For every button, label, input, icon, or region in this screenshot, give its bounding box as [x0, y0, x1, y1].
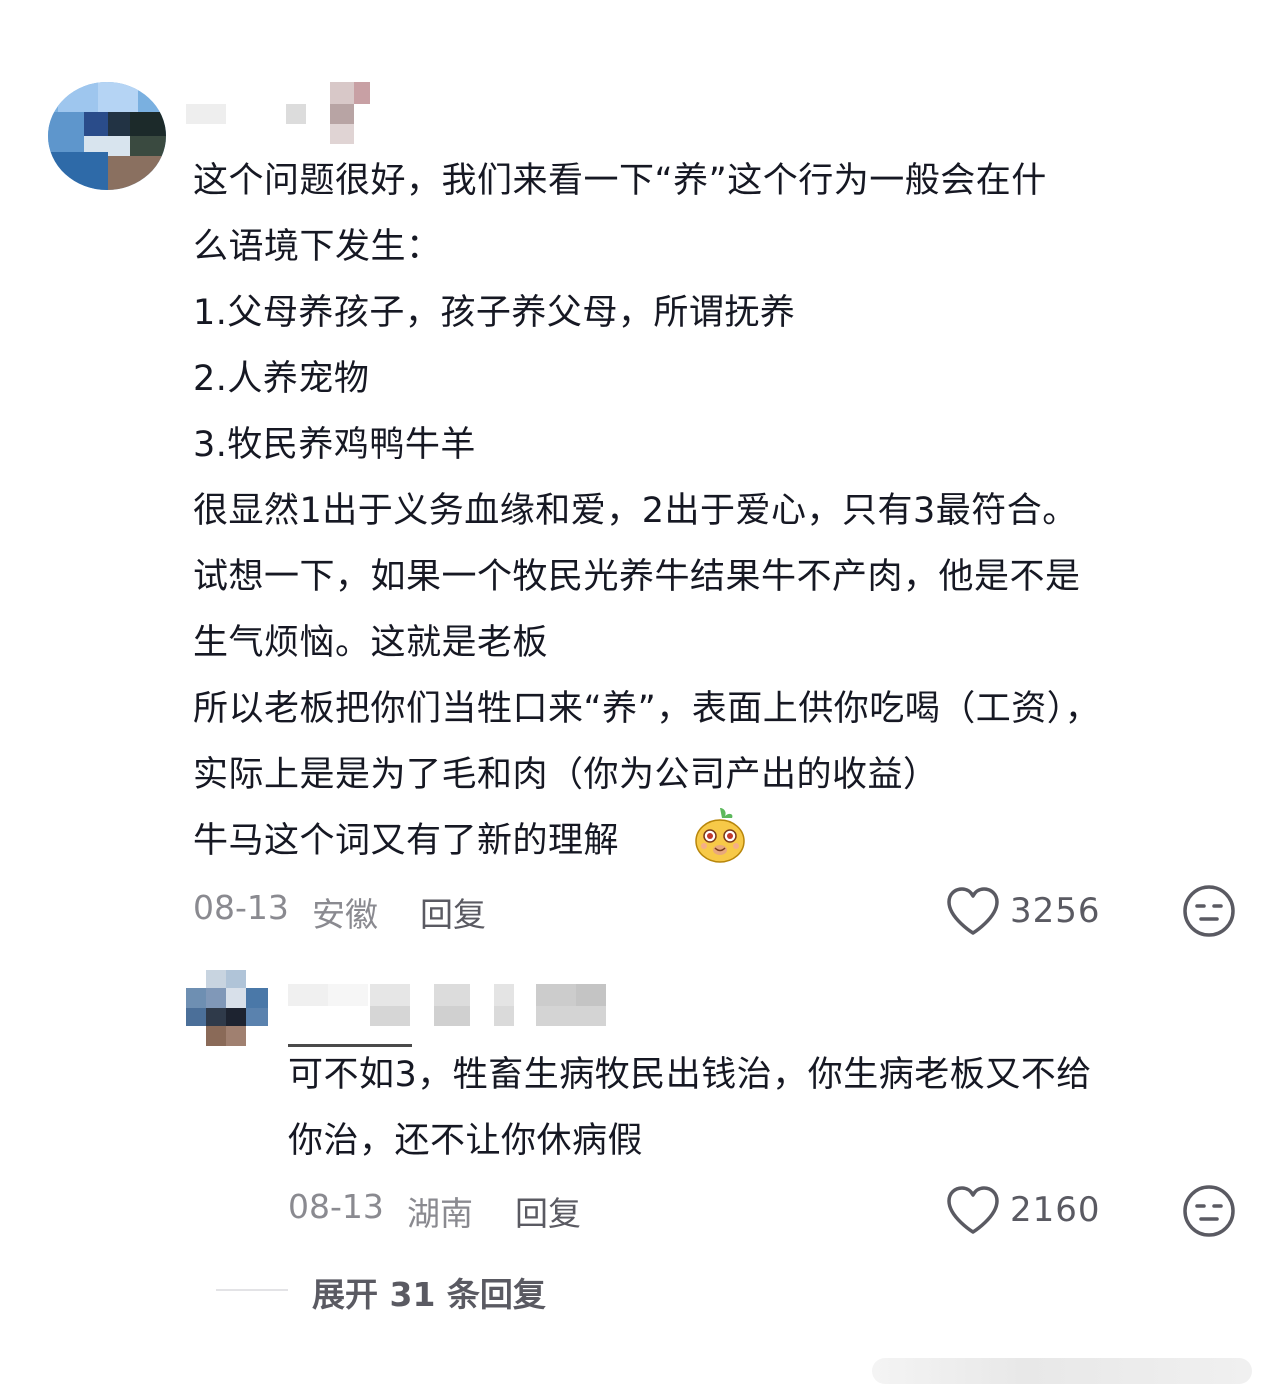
- comment-line: 么语境下发生：: [193, 227, 442, 267]
- reply-date: 08-13: [288, 1187, 384, 1226]
- reply-reply-button[interactable]: 回复: [515, 1187, 581, 1235]
- dislike-face-icon[interactable]: [1182, 884, 1236, 938]
- heart-icon: [947, 887, 999, 935]
- like-count: 3256: [1010, 891, 1101, 931]
- commenter-username[interactable]: [186, 82, 372, 144]
- comment-line: 1.父母养孩子，孩子养父母，所谓抚养: [193, 293, 796, 333]
- comment-body: 这个问题很好，我们来看一下“养”这个行为一般会在什 么语境下发生： 1.父母养孩…: [193, 148, 1253, 874]
- reply-avatar[interactable]: [186, 970, 268, 1048]
- laughing-bear-emoji-icon: [695, 808, 745, 863]
- like-button[interactable]: 3256: [946, 885, 1116, 941]
- reply-like-button[interactable]: 2160: [946, 1184, 1116, 1240]
- comment-date: 08-13: [193, 888, 289, 927]
- comment-line: 实际上是是为了毛和肉（你为公司产出的收益）: [193, 755, 939, 795]
- comment-line: 3.牧民养鸡鸭牛羊: [193, 425, 476, 465]
- reply-button[interactable]: 回复: [420, 888, 486, 936]
- comment-line: 生气烦恼。这就是老板: [193, 623, 549, 663]
- reply-line: 可不如3，牲畜生病牧民出钱治，你生病老板又不给: [288, 1055, 1092, 1095]
- reply-line: 你治，还不让你休病假: [288, 1121, 644, 1161]
- reply-dislike-face-icon[interactable]: [1182, 1184, 1236, 1238]
- comment-location: 安徽: [312, 895, 378, 934]
- comment-line: 很显然1出于义务血缘和爱，2出于爱心，只有3最符合。: [193, 491, 1078, 531]
- comment-line: 所以老板把你们当牲口来“养”，表面上供你吃喝（工资），: [193, 689, 1101, 729]
- comment-line: 试想一下，如果一个牧民光养牛结果牛不产肉，他是不是: [193, 557, 1081, 597]
- reply-location: 湖南: [407, 1194, 473, 1233]
- bottom-watermark: [872, 1352, 1272, 1388]
- expand-replies-button[interactable]: 展开 31 条回复: [312, 1268, 546, 1316]
- reply-username[interactable]: [288, 984, 618, 1047]
- comment-line: 2.人养宠物: [193, 359, 370, 399]
- comment-line: 牛马这个词又有了新的理解: [193, 821, 620, 861]
- reply-body: 可不如3，牲畜生病牧民出钱治，你生病老板又不给 你治，还不让你休病假: [288, 1042, 1268, 1174]
- commenter-avatar[interactable]: [48, 82, 166, 190]
- heart-icon: [947, 1186, 999, 1234]
- comment-line: 这个问题很好，我们来看一下“养”这个行为一般会在什: [193, 161, 1047, 201]
- expand-divider: [216, 1289, 288, 1291]
- reply-like-count: 2160: [1010, 1190, 1101, 1230]
